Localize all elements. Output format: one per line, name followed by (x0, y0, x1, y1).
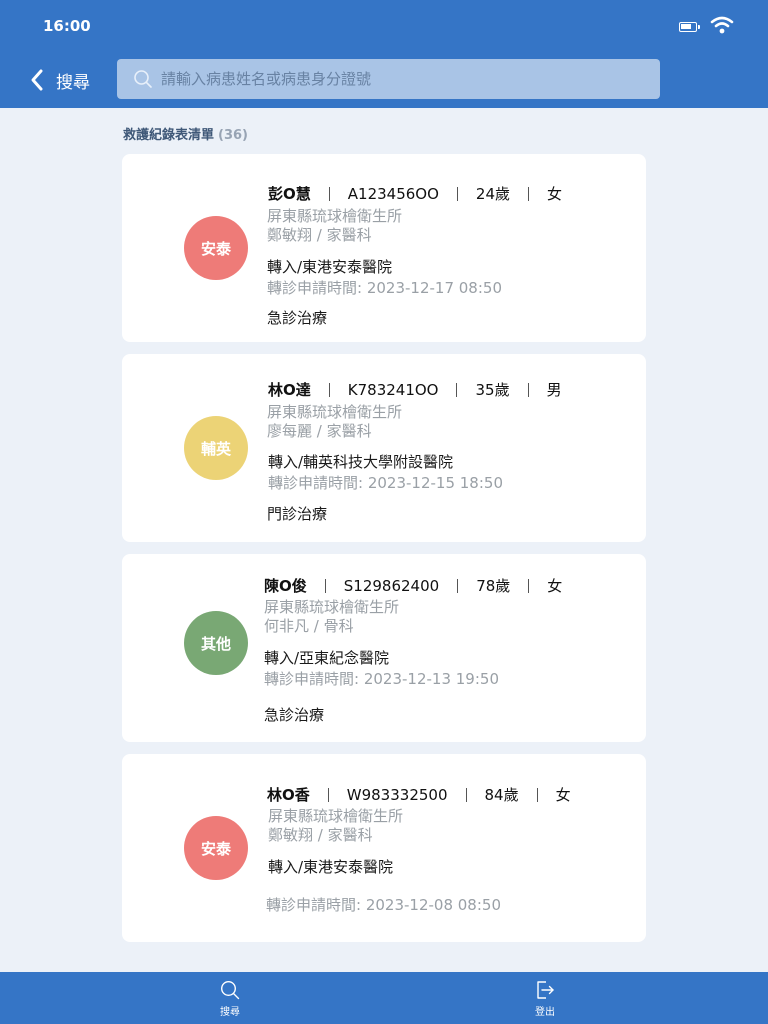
record-card[interactable]: 輔英 林O達 K783241OO 35歲 男 屏東縣琉球檜衛生所 廖每麗 / 家… (122, 354, 646, 542)
patient-name: 彭O慧 (268, 185, 311, 203)
patient-age: 84歲 (484, 786, 519, 804)
nav-logout[interactable]: 登出 (515, 980, 575, 1018)
treatment-type: 急診治療 (267, 309, 328, 327)
back-button[interactable]: 搜尋 (30, 64, 90, 96)
transfer-destination: 轉入/輔英科技大學附設醫院 (268, 453, 454, 471)
search-icon (134, 70, 152, 88)
patient-id: S129862400 (343, 576, 440, 595)
separator (465, 787, 467, 802)
search-bar (117, 59, 660, 99)
facility-name: 屏東縣琉球檜衛生所 (268, 807, 404, 825)
patient-age: 78歲 (476, 577, 511, 595)
record-card[interactable]: 安泰 彭O慧 A123456OO 24歲 女 屏東縣琉球檜衛生所 鄭敏翔 / 家… (122, 154, 646, 342)
patient-age: 35歲 (475, 381, 510, 399)
patient-name: 林O達 (268, 381, 311, 399)
logout-icon (537, 981, 554, 999)
facility-name: 屏東縣琉球檜衛生所 (267, 403, 403, 421)
separator (528, 186, 529, 201)
patient-id: K783241OO (347, 380, 439, 399)
facility-name: 屏東縣琉球檜衛生所 (267, 207, 403, 225)
nav-search[interactable]: 搜尋 (200, 980, 260, 1018)
patient-id: W983332500 (346, 785, 448, 804)
list-title-text: 救護紀錄表清單 (123, 128, 215, 143)
doctor-department: 鄭敏翔 / 家醫科 (268, 826, 373, 844)
patient-name: 陳O俊 (264, 577, 307, 595)
separator (324, 578, 326, 593)
hospital-badge: 其他 (184, 611, 248, 675)
doctor-department: 鄭敏翔 / 家醫科 (267, 226, 372, 244)
battery-icon (679, 22, 700, 32)
status-time: 16:00 (43, 17, 91, 35)
list-title: 救護紀錄表清單 (36) (123, 124, 248, 143)
facility-name: 屏東縣琉球檜衛生所 (264, 598, 400, 616)
top-bar: 16:00 搜尋 (0, 0, 768, 108)
record-card[interactable]: 其他 陳O俊 S129862400 78歲 女 屏東縣琉球檜衛生所 何非凡 / … (122, 554, 646, 742)
transfer-destination: 轉入/亞東紀念醫院 (264, 649, 390, 667)
wifi-icon (710, 16, 734, 34)
separator (327, 787, 329, 802)
separator (456, 382, 458, 397)
transfer-request-time: 轉診申請時間: 2023-12-17 08:50 (267, 279, 502, 297)
doctor-department: 廖每麗 / 家醫科 (267, 422, 372, 440)
patient-gender: 男 (546, 381, 562, 399)
chevron-left-icon (31, 69, 43, 91)
separator (528, 578, 530, 593)
transfer-destination: 轉入/東港安泰醫院 (268, 858, 394, 876)
treatment-type: 急診治療 (264, 706, 325, 724)
record-card[interactable]: 安泰 林O香 W983332500 84歲 女 屏東縣琉球檜衛生所 鄭敏翔 / … (122, 754, 646, 942)
patient-gender: 女 (555, 786, 571, 804)
search-input[interactable] (161, 59, 660, 99)
separator (328, 382, 330, 397)
separator (536, 787, 538, 802)
doctor-department: 何非凡 / 骨科 (264, 617, 354, 635)
transfer-request-time: 轉診申請時間: 2023-12-08 08:50 (266, 896, 501, 914)
nav-search-label: 搜尋 (220, 1007, 240, 1018)
bottom-nav: 搜尋 登出 (0, 972, 768, 1024)
patient-info-row: 林O香 W983332500 84歲 女 (267, 784, 571, 805)
patient-id: A123456OO (347, 184, 439, 203)
separator (456, 186, 458, 201)
separator (328, 186, 330, 201)
hospital-badge: 輔英 (184, 416, 248, 480)
treatment-type: 門診治療 (267, 505, 328, 523)
transfer-request-time: 轉診申請時間: 2023-12-15 18:50 (268, 474, 503, 492)
record-count: (36) (218, 128, 248, 143)
hospital-badge: 安泰 (184, 216, 248, 280)
patient-info-row: 彭O慧 A123456OO 24歲 女 (268, 183, 562, 204)
hospital-badge: 安泰 (184, 816, 248, 880)
separator (527, 382, 529, 397)
back-label: 搜尋 (56, 72, 90, 93)
patient-info-row: 陳O俊 S129862400 78歲 女 (264, 575, 562, 596)
transfer-destination: 轉入/東港安泰醫院 (267, 258, 393, 276)
transfer-request-time: 轉診申請時間: 2023-12-13 19:50 (264, 670, 499, 688)
patient-gender: 女 (547, 185, 563, 203)
separator (457, 578, 459, 593)
search-icon (220, 980, 240, 1000)
patient-name: 林O香 (267, 786, 310, 804)
patient-age: 24歲 (475, 185, 510, 203)
nav-logout-label: 登出 (535, 1007, 555, 1018)
patient-gender: 女 (547, 577, 563, 595)
patient-info-row: 林O達 K783241OO 35歲 男 (268, 379, 562, 400)
